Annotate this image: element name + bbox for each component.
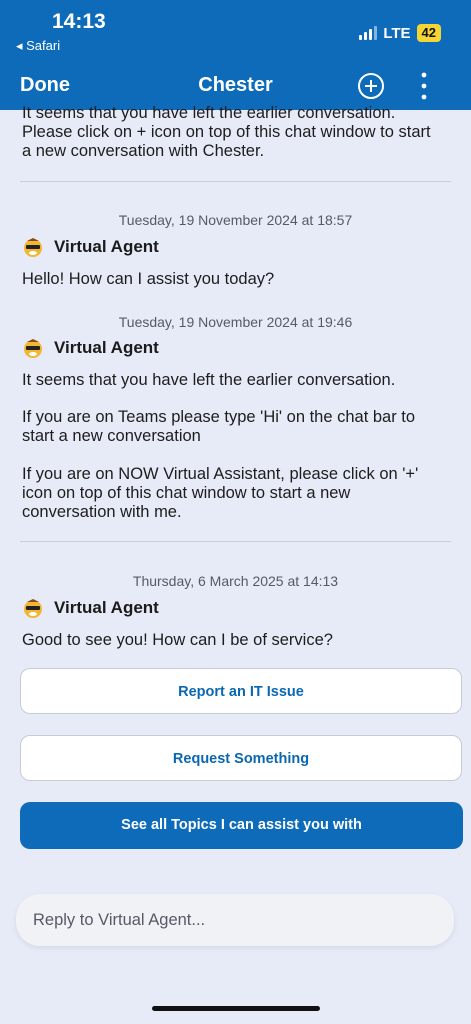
done-button[interactable]: Done [20,74,70,97]
agent-header: Virtual Agent [22,235,159,259]
message-timestamp: Tuesday, 19 November 2024 at 18:57 [118,212,353,228]
message-timestamp: Thursday, 6 March 2025 at 14:13 [132,573,339,589]
home-indicator [152,1006,320,1011]
message-text: It seems that you have left the earlier … [22,371,396,389]
report-it-issue-button[interactable]: Report an IT Issue [20,668,462,714]
divider [20,181,451,182]
agent-avatar-icon [24,238,42,257]
reply-bar [16,894,454,946]
see-all-topics-button[interactable]: See all Topics I can assist you with [20,802,463,849]
agent-name: Virtual Agent [54,338,159,357]
agent-avatar-icon [24,599,42,618]
message-text: Hello! How can I assist you today? [22,270,275,288]
message-text: It seems that you have left the earlier … [22,104,431,160]
page-title: Chester [198,74,273,96]
message-text: If you are on Teams please type 'Hi' on … [22,408,416,445]
agent-header: Virtual Agent [22,596,159,620]
divider [20,541,451,542]
network-label: LTE [383,24,411,42]
agent-name: Virtual Agent [54,237,159,256]
agent-avatar-icon [24,339,42,358]
agent-name: Virtual Agent [54,598,159,617]
agent-header: Virtual Agent [22,336,159,360]
status-time: 14:13 [52,10,106,33]
message-text: Good to see you! How can I be of service… [22,631,333,649]
request-something-button[interactable]: Request Something [20,735,462,781]
top-bar: 14:13 ◂ Safari LTE 42 Done Chester [0,0,471,110]
battery-badge: 42 [416,24,441,42]
signal-icon [359,26,378,40]
reply-input[interactable] [31,909,435,931]
message-timestamp: Tuesday, 19 November 2024 at 19:46 [118,314,353,330]
status-indicators: LTE 42 [359,24,441,42]
back-to-safari[interactable]: ◂ Safari [16,38,60,54]
message-text: If you are on NOW Virtual Assistant, ple… [22,465,419,521]
plus-circle-icon[interactable] [357,72,385,100]
more-vertical-icon[interactable] [414,70,434,102]
